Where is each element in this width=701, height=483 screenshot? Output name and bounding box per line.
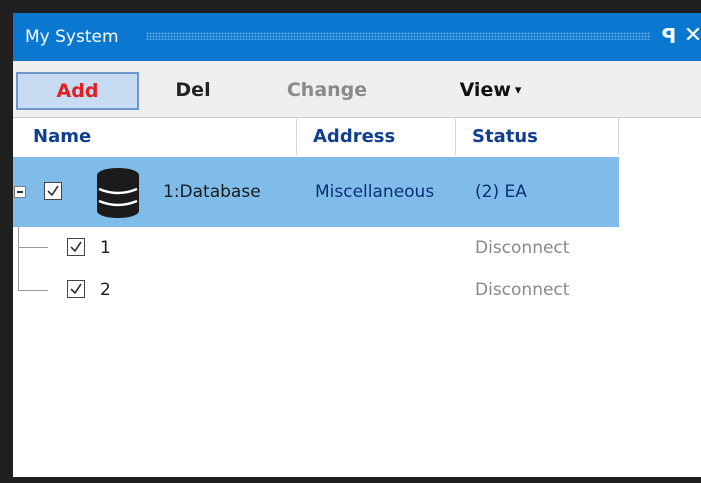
change-button[interactable]: Change [277,72,377,108]
checkmark-icon [47,185,59,197]
database-name: 1:Database [163,182,261,202]
child-2-checkbox[interactable] [67,280,85,298]
close-icon[interactable]: ✕ [683,23,701,49]
column-headers: Name Address Status [13,118,701,155]
child-2-status: Disconnect [475,280,570,300]
window-frame-top [0,0,701,13]
titlebar-grip[interactable] [146,32,651,40]
pin-icon[interactable]: ꟼ [660,23,678,49]
child-1-status: Disconnect [475,238,570,258]
database-icon [97,168,139,218]
column-header-status[interactable]: Status [456,118,619,155]
child-1-checkbox[interactable] [67,238,85,256]
tree-row-child-2[interactable]: 2 Disconnect [13,270,619,310]
add-button[interactable]: Add [16,72,139,110]
child-2-name: 2 [100,280,111,300]
column-header-name[interactable]: Name [23,118,297,155]
window-frame-bottom [0,477,701,483]
checkmark-icon [70,241,82,253]
tree-row-child-1[interactable]: 1 Disconnect [13,228,619,268]
panel-title: My System [25,27,119,47]
collapse-icon[interactable] [14,186,26,198]
database-checkbox[interactable] [44,182,62,200]
window-frame-left [0,0,13,483]
toolbar: Add Del Change View ▾ [13,61,701,118]
database-status: (2) EA [475,182,527,202]
view-dropdown-button[interactable]: View ▾ [443,72,538,108]
database-address: Miscellaneous [315,182,435,202]
tree-row-database[interactable]: 1:Database Miscellaneous (2) EA [13,157,619,227]
panel-titlebar[interactable]: My System ꟼ ✕ [13,13,701,61]
del-button[interactable]: Del [163,72,223,108]
checkmark-icon [70,283,82,295]
view-label: View [459,79,511,101]
column-header-address[interactable]: Address [297,118,456,155]
child-1-name: 1 [100,238,111,258]
chevron-down-icon: ▾ [514,83,522,98]
